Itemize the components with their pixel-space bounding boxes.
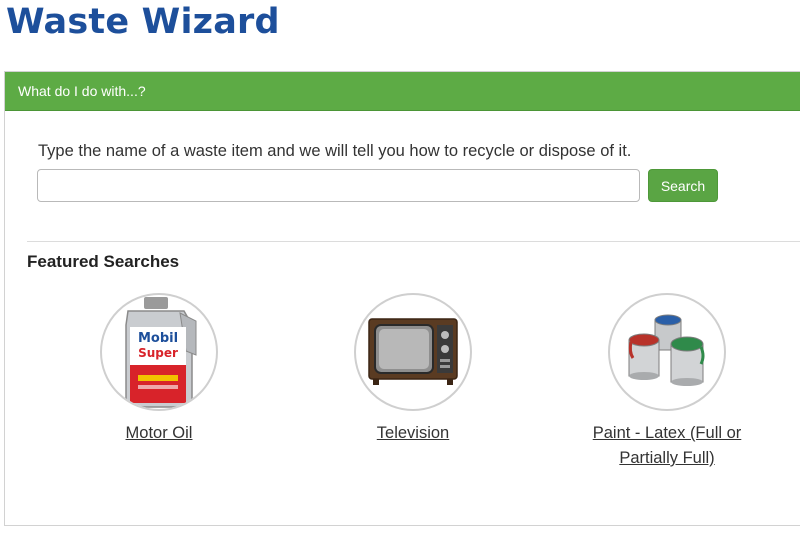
television-icon [368,318,458,385]
featured-heading: Featured Searches [27,252,180,271]
paint-cans-icon [628,314,705,386]
motor-oil-bottle-icon: Mobil Super [125,297,197,408]
featured-link-motor-oil[interactable]: Motor Oil [79,421,239,446]
search-panel: What do I do with...? Type the name of a… [4,71,800,526]
featured-item-motor-oil: Mobil Super Motor Oil [79,293,239,446]
featured-item-paint: Paint - Latex (Full or Partially Full) [587,293,747,471]
app-title: Waste Wizard [6,2,280,42]
paint-cans-image[interactable] [608,293,726,411]
panel-header: What do I do with...? [5,72,800,111]
featured-link-paint-latex[interactable]: Paint - Latex (Full or Partially Full) [587,421,747,471]
divider [27,241,800,242]
intro-text: Type the name of a waste item and we wil… [38,142,632,160]
featured-item-television: Television [333,293,493,446]
motor-oil-product-text: Super [138,346,178,360]
search-button[interactable]: Search [648,169,718,202]
motor-oil-brand-text: Mobil [138,331,178,346]
motor-oil-image[interactable]: Mobil Super [100,293,218,411]
television-image[interactable] [354,293,472,411]
featured-link-television[interactable]: Television [333,421,493,446]
search-input[interactable] [37,169,640,202]
